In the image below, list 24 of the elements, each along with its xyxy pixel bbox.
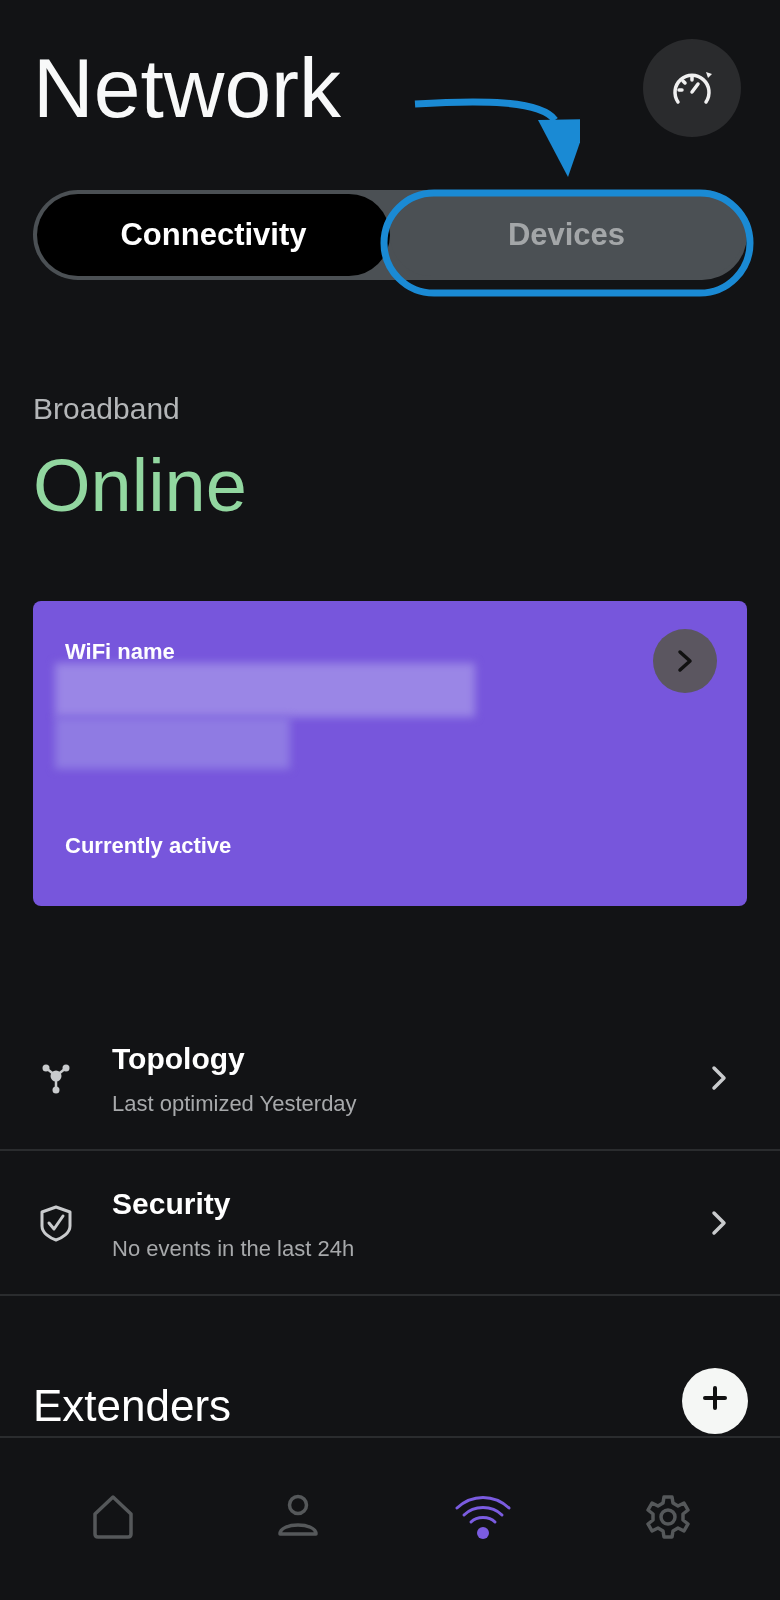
section-title: Extenders (33, 1380, 232, 1432)
row-title: Topology (112, 1040, 246, 1077)
person-icon (276, 1494, 319, 1538)
wifi-card[interactable]: WiFi name Currently active (33, 600, 747, 906)
plus-icon (703, 1386, 727, 1410)
chevron-right-icon (677, 648, 693, 673)
shield-check-icon (38, 1203, 74, 1242)
speedometer-icon (670, 70, 714, 106)
wifi-icon (453, 1494, 512, 1542)
settings-icon (644, 1494, 691, 1540)
list-row[interactable]: Security No events in the last 24h (0, 1151, 780, 1296)
status-label: Broadband (33, 390, 181, 427)
row-subtitle: No events in the last 24h (112, 1234, 356, 1263)
tab[interactable]: Connectivity (37, 194, 390, 276)
row-title: Security (112, 1185, 232, 1222)
page-title: Network (33, 40, 342, 137)
chevron-right-icon (710, 1063, 728, 1092)
chevron-right-icon (710, 1208, 728, 1237)
card-footer: Currently active (65, 829, 715, 862)
row-subtitle: Last optimized Yesterday (112, 1089, 358, 1118)
card-label: WiFi name (65, 637, 175, 666)
home-icon (91, 1494, 134, 1540)
status-value: Online (33, 442, 248, 529)
list-row[interactable]: Topology Last optimized Yesterday (0, 1006, 780, 1151)
